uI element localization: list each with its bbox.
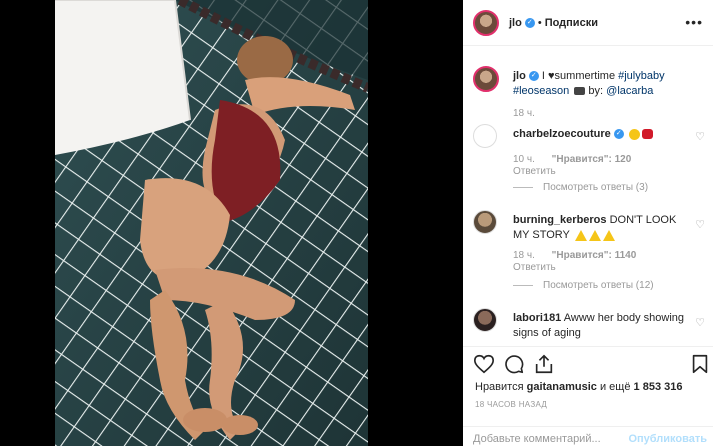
comment-likes[interactable]: "Нравится": 1140 — [552, 250, 637, 261]
comment-time: 18 ч. — [513, 250, 535, 261]
like-heart-icon[interactable] — [473, 353, 495, 375]
header-separator: • — [537, 16, 542, 29]
comment-time: 10 ч. — [513, 154, 535, 165]
hashtag-link[interactable]: #julybaby — [618, 70, 664, 82]
warning-emoji-icon — [602, 229, 615, 241]
commenter-username[interactable]: burning_kerberos — [513, 214, 607, 226]
like-comment-heart-icon[interactable]: ♡ — [695, 218, 705, 231]
comment-meta: 18 ч. "Нравится": 1140 — [513, 250, 636, 261]
replies-divider — [513, 284, 533, 286]
bookmark-icon[interactable] — [689, 353, 711, 375]
publish-button[interactable]: Опубликовать — [628, 433, 707, 445]
post-photo[interactable] — [55, 0, 368, 446]
author-username[interactable]: jlo — [509, 17, 522, 29]
view-replies-label: Посмотреть ответы (12) — [543, 280, 654, 291]
add-comment-bar: Опубликовать — [463, 426, 713, 446]
caption-username[interactable]: jlo — [513, 70, 526, 82]
mention-link[interactable]: @lacarba — [606, 85, 653, 97]
reply-button[interactable]: Ответить — [513, 262, 556, 273]
verified-badge-icon: ✓ — [524, 17, 535, 28]
warning-emoji-icon — [574, 229, 587, 241]
post-side-panel: jlo ✓ • Подписки ••• jlo ✓ I ♥summertime … — [463, 0, 713, 446]
like-comment-heart-icon[interactable]: ♡ — [695, 316, 705, 329]
view-replies-button[interactable]: Посмотреть ответы (12) — [513, 280, 654, 291]
author-avatar[interactable] — [473, 9, 499, 36]
caption-time: 18 ч. — [513, 108, 535, 119]
reply-button[interactable]: Ответить — [513, 166, 556, 177]
like-comment-heart-icon[interactable]: ♡ — [695, 130, 705, 143]
caption-by-label: by: — [588, 85, 604, 97]
caption-author-avatar[interactable] — [473, 66, 499, 92]
following-button[interactable]: Подписки — [545, 17, 598, 29]
comment-icon[interactable] — [503, 353, 525, 375]
comment-text: labori181 Awww her body showing signs of… — [513, 311, 691, 341]
caption-text: jlo ✓ I ♥summertime #julybaby #leoseason … — [513, 69, 691, 99]
likes-prefix: Нравится — [475, 381, 524, 393]
comments-list[interactable]: jlo ✓ I ♥summertime #julybaby #leoseason … — [463, 58, 713, 346]
post-photo-illustration — [55, 0, 368, 446]
verified-badge-icon: ✓ — [613, 129, 624, 140]
commenter-avatar[interactable] — [473, 210, 497, 234]
replies-divider — [513, 186, 533, 188]
post-actions: Нравится gaitanamusic и ещё 1 853 316 18… — [463, 346, 713, 410]
commenter-avatar[interactable] — [473, 308, 497, 332]
hashtag-link[interactable]: #leoseason — [513, 85, 569, 97]
more-horizontal-icon[interactable]: ••• — [685, 14, 703, 30]
comment-meta: 10 ч. "Нравится": 120 — [513, 154, 631, 165]
camera-emoji-icon — [574, 87, 586, 96]
likes-count[interactable]: 1 853 316 — [634, 381, 683, 393]
comment-text: burning_kerberos DON'T LOOK MY STORY — [513, 213, 691, 243]
commenter-username[interactable]: labori181 — [513, 312, 561, 324]
heart-emoji-icon — [641, 129, 653, 140]
share-icon[interactable] — [533, 353, 555, 375]
post-header: jlo ✓ • Подписки ••• — [463, 0, 713, 46]
view-replies-button[interactable]: Посмотреть ответы (3) — [513, 182, 648, 193]
post-photo-area — [0, 0, 463, 446]
commenter-username[interactable]: charbelzoecouture — [513, 128, 611, 140]
post-timestamp: 18 ЧАСОВ НАЗАД — [475, 400, 548, 409]
commenter-avatar[interactable] — [473, 124, 497, 148]
likes-summary: Нравится gaitanamusic и ещё 1 853 316 — [475, 381, 682, 393]
add-comment-input[interactable] — [473, 433, 623, 445]
likes-middle: и ещё — [599, 381, 631, 393]
caption-body: I ♥summertime — [541, 70, 616, 82]
comment-likes[interactable]: "Нравится": 120 — [552, 154, 632, 165]
warning-emoji-icon — [588, 229, 601, 241]
verified-badge-icon: ✓ — [528, 71, 539, 82]
comment-text: charbelzoecouture ✓ — [513, 127, 691, 142]
view-replies-label: Посмотреть ответы (3) — [543, 182, 649, 193]
liker-username[interactable]: gaitanamusic — [527, 381, 597, 393]
heart-eyes-emoji-icon — [628, 128, 640, 140]
